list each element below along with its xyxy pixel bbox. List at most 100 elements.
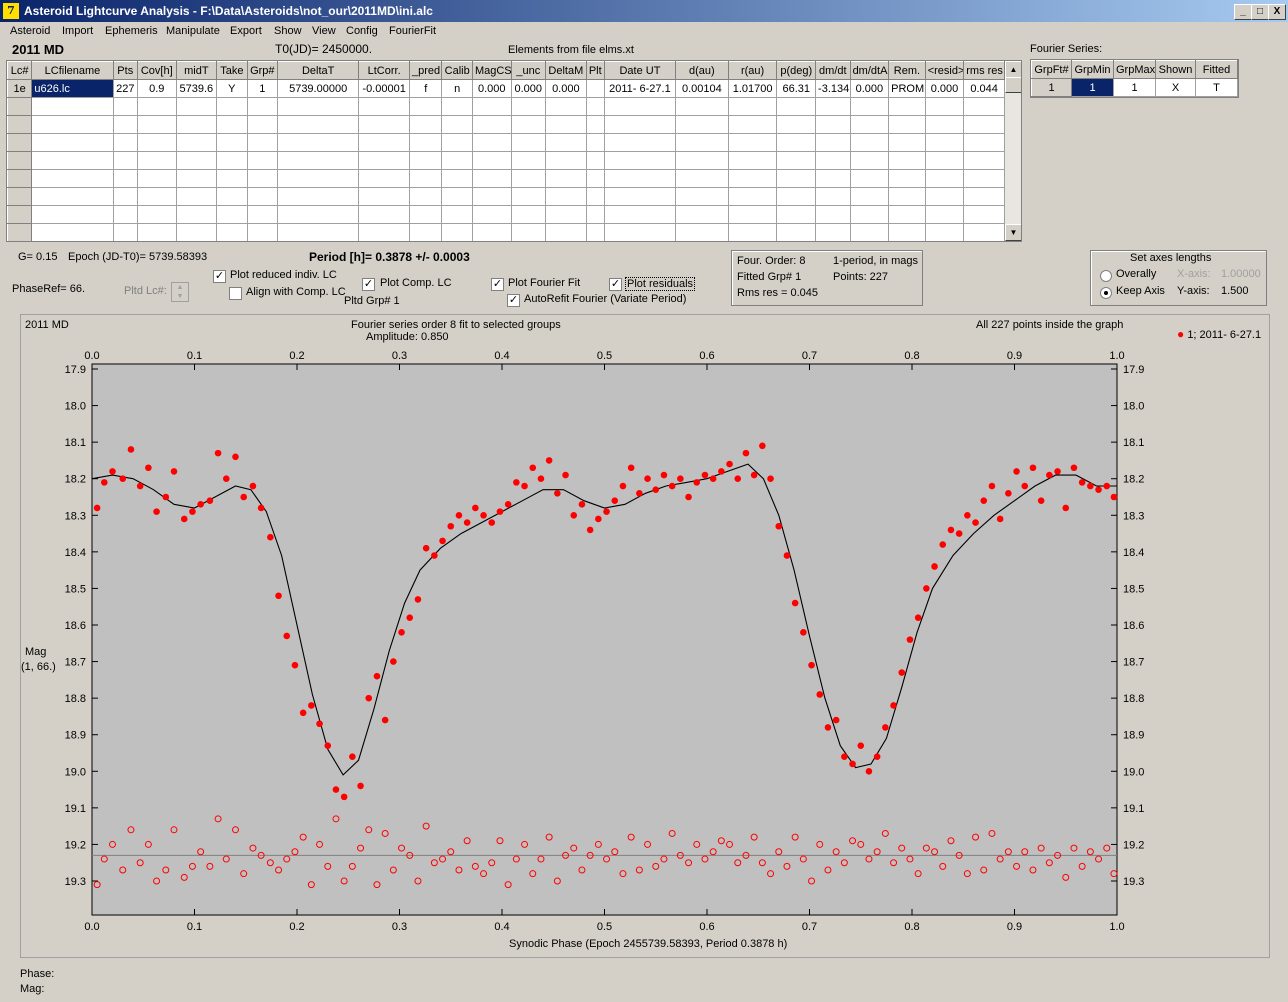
table-cell[interactable] bbox=[727, 223, 778, 241]
table-cell[interactable] bbox=[7, 169, 33, 188]
table-cell[interactable] bbox=[815, 223, 851, 241]
table-cell[interactable] bbox=[441, 115, 473, 134]
table-cell[interactable] bbox=[358, 187, 410, 206]
table-cell[interactable] bbox=[136, 169, 177, 188]
table-cell[interactable]: 2011- 6-27.1 bbox=[603, 79, 676, 98]
fourier-col-header[interactable]: GrpFt# bbox=[1031, 60, 1072, 79]
table-cell[interactable] bbox=[471, 223, 512, 241]
lc-col-header[interactable]: rms res bbox=[963, 61, 1005, 80]
table-cell[interactable] bbox=[776, 97, 817, 116]
table-cell[interactable]: 66.31 bbox=[776, 79, 817, 98]
table-cell[interactable] bbox=[471, 133, 512, 152]
fourier-col-header[interactable]: GrpMax bbox=[1113, 60, 1156, 79]
table-cell[interactable] bbox=[924, 133, 965, 152]
menu-asteroid[interactable]: Asteroid bbox=[10, 25, 50, 37]
table-cell[interactable] bbox=[136, 187, 177, 206]
table-cell[interactable] bbox=[545, 187, 587, 206]
table-cell[interactable] bbox=[246, 151, 279, 170]
table-cell[interactable]: 0.000 bbox=[510, 79, 547, 98]
table-cell[interactable] bbox=[727, 151, 778, 170]
table-cell[interactable] bbox=[510, 151, 547, 170]
table-cell[interactable] bbox=[603, 223, 676, 241]
table-row-empty[interactable] bbox=[7, 97, 1005, 116]
table-cell[interactable] bbox=[603, 151, 676, 170]
close-button[interactable]: X bbox=[1268, 4, 1286, 20]
table-cell[interactable] bbox=[924, 97, 965, 116]
lc-col-header[interactable]: Take bbox=[216, 61, 248, 80]
table-cell[interactable]: 5739.6 bbox=[175, 79, 218, 98]
lc-col-header[interactable]: Grp# bbox=[246, 61, 279, 80]
table-cell[interactable] bbox=[545, 205, 587, 224]
table-cell[interactable] bbox=[963, 187, 1005, 206]
fourier-series-table[interactable]: GrpFt# GrpMin GrpMax Shown Fitted 111XT bbox=[1030, 59, 1239, 98]
table-cell[interactable] bbox=[441, 169, 473, 188]
table-cell[interactable] bbox=[216, 97, 248, 116]
fourier-col-header[interactable]: Shown bbox=[1155, 60, 1196, 79]
table-cell[interactable] bbox=[776, 169, 817, 188]
table-cell[interactable] bbox=[603, 169, 676, 188]
table-cell[interactable] bbox=[358, 205, 410, 224]
table-cell[interactable] bbox=[441, 187, 473, 206]
table-cell[interactable] bbox=[727, 115, 778, 134]
table-cell[interactable] bbox=[175, 133, 218, 152]
table-cell[interactable] bbox=[585, 169, 605, 188]
table-cell[interactable] bbox=[603, 133, 676, 152]
table-cell[interactable] bbox=[358, 223, 410, 241]
table-cell[interactable] bbox=[31, 223, 114, 241]
table-cell[interactable] bbox=[136, 133, 177, 152]
table-cell[interactable] bbox=[277, 169, 360, 188]
table-cell[interactable] bbox=[510, 97, 547, 116]
table-cell[interactable] bbox=[246, 133, 279, 152]
menu-show[interactable]: Show bbox=[274, 25, 302, 37]
table-cell[interactable]: f bbox=[408, 79, 443, 98]
table-cell[interactable] bbox=[216, 187, 248, 206]
table-cell[interactable] bbox=[924, 223, 965, 241]
table-cell[interactable] bbox=[603, 115, 676, 134]
table-cell[interactable] bbox=[776, 151, 817, 170]
table-cell[interactable] bbox=[358, 169, 410, 188]
lc-col-header[interactable]: _unc bbox=[510, 61, 547, 80]
table-cell[interactable] bbox=[112, 169, 138, 188]
table-cell[interactable] bbox=[408, 97, 443, 116]
table-cell[interactable] bbox=[585, 223, 605, 241]
lc-col-header[interactable]: LCfilename bbox=[31, 61, 114, 80]
lc-col-header[interactable]: LtCorr. bbox=[358, 61, 410, 80]
table-cell[interactable] bbox=[216, 169, 248, 188]
lc-col-header[interactable]: Calib bbox=[441, 61, 473, 80]
table-cell[interactable] bbox=[727, 97, 778, 116]
table-cell[interactable] bbox=[963, 133, 1005, 152]
menu-import[interactable]: Import bbox=[62, 25, 93, 37]
table-cell[interactable] bbox=[112, 151, 138, 170]
table-cell[interactable] bbox=[510, 133, 547, 152]
table-cell[interactable] bbox=[246, 97, 279, 116]
table-cell[interactable] bbox=[112, 223, 138, 241]
x-axis-value[interactable]: 1.00000 bbox=[1221, 268, 1261, 280]
table-cell[interactable] bbox=[815, 169, 851, 188]
table-cell[interactable] bbox=[246, 223, 279, 241]
table-cell[interactable] bbox=[277, 151, 360, 170]
table-cell[interactable]: 0.00104 bbox=[674, 79, 729, 98]
plot-comp-checkbox[interactable]: ✓ bbox=[362, 278, 375, 291]
table-row-empty[interactable] bbox=[7, 187, 1005, 206]
table-cell[interactable] bbox=[246, 169, 279, 188]
y-axis-value[interactable]: 1.500 bbox=[1221, 285, 1249, 297]
table-cell[interactable] bbox=[216, 223, 248, 241]
table-cell[interactable] bbox=[963, 223, 1005, 241]
table-cell[interactable] bbox=[471, 115, 512, 134]
table-cell[interactable] bbox=[441, 151, 473, 170]
table-cell[interactable] bbox=[408, 187, 443, 206]
table-cell[interactable]: 0.000 bbox=[471, 79, 512, 98]
table-cell[interactable] bbox=[674, 97, 729, 116]
menu-export[interactable]: Export bbox=[230, 25, 262, 37]
table-cell[interactable] bbox=[776, 223, 817, 241]
overally-radio[interactable] bbox=[1100, 270, 1112, 282]
lc-col-header[interactable]: Cov[h] bbox=[136, 61, 177, 80]
maximize-button[interactable]: □ bbox=[1251, 4, 1269, 20]
table-cell[interactable] bbox=[471, 97, 512, 116]
table-cell[interactable] bbox=[776, 187, 817, 206]
scroll-thumb[interactable] bbox=[1005, 77, 1021, 93]
table-cell[interactable] bbox=[277, 115, 360, 134]
table-cell[interactable] bbox=[31, 205, 114, 224]
table-cell[interactable] bbox=[815, 115, 851, 134]
lc-col-header[interactable]: r(au) bbox=[727, 61, 778, 80]
